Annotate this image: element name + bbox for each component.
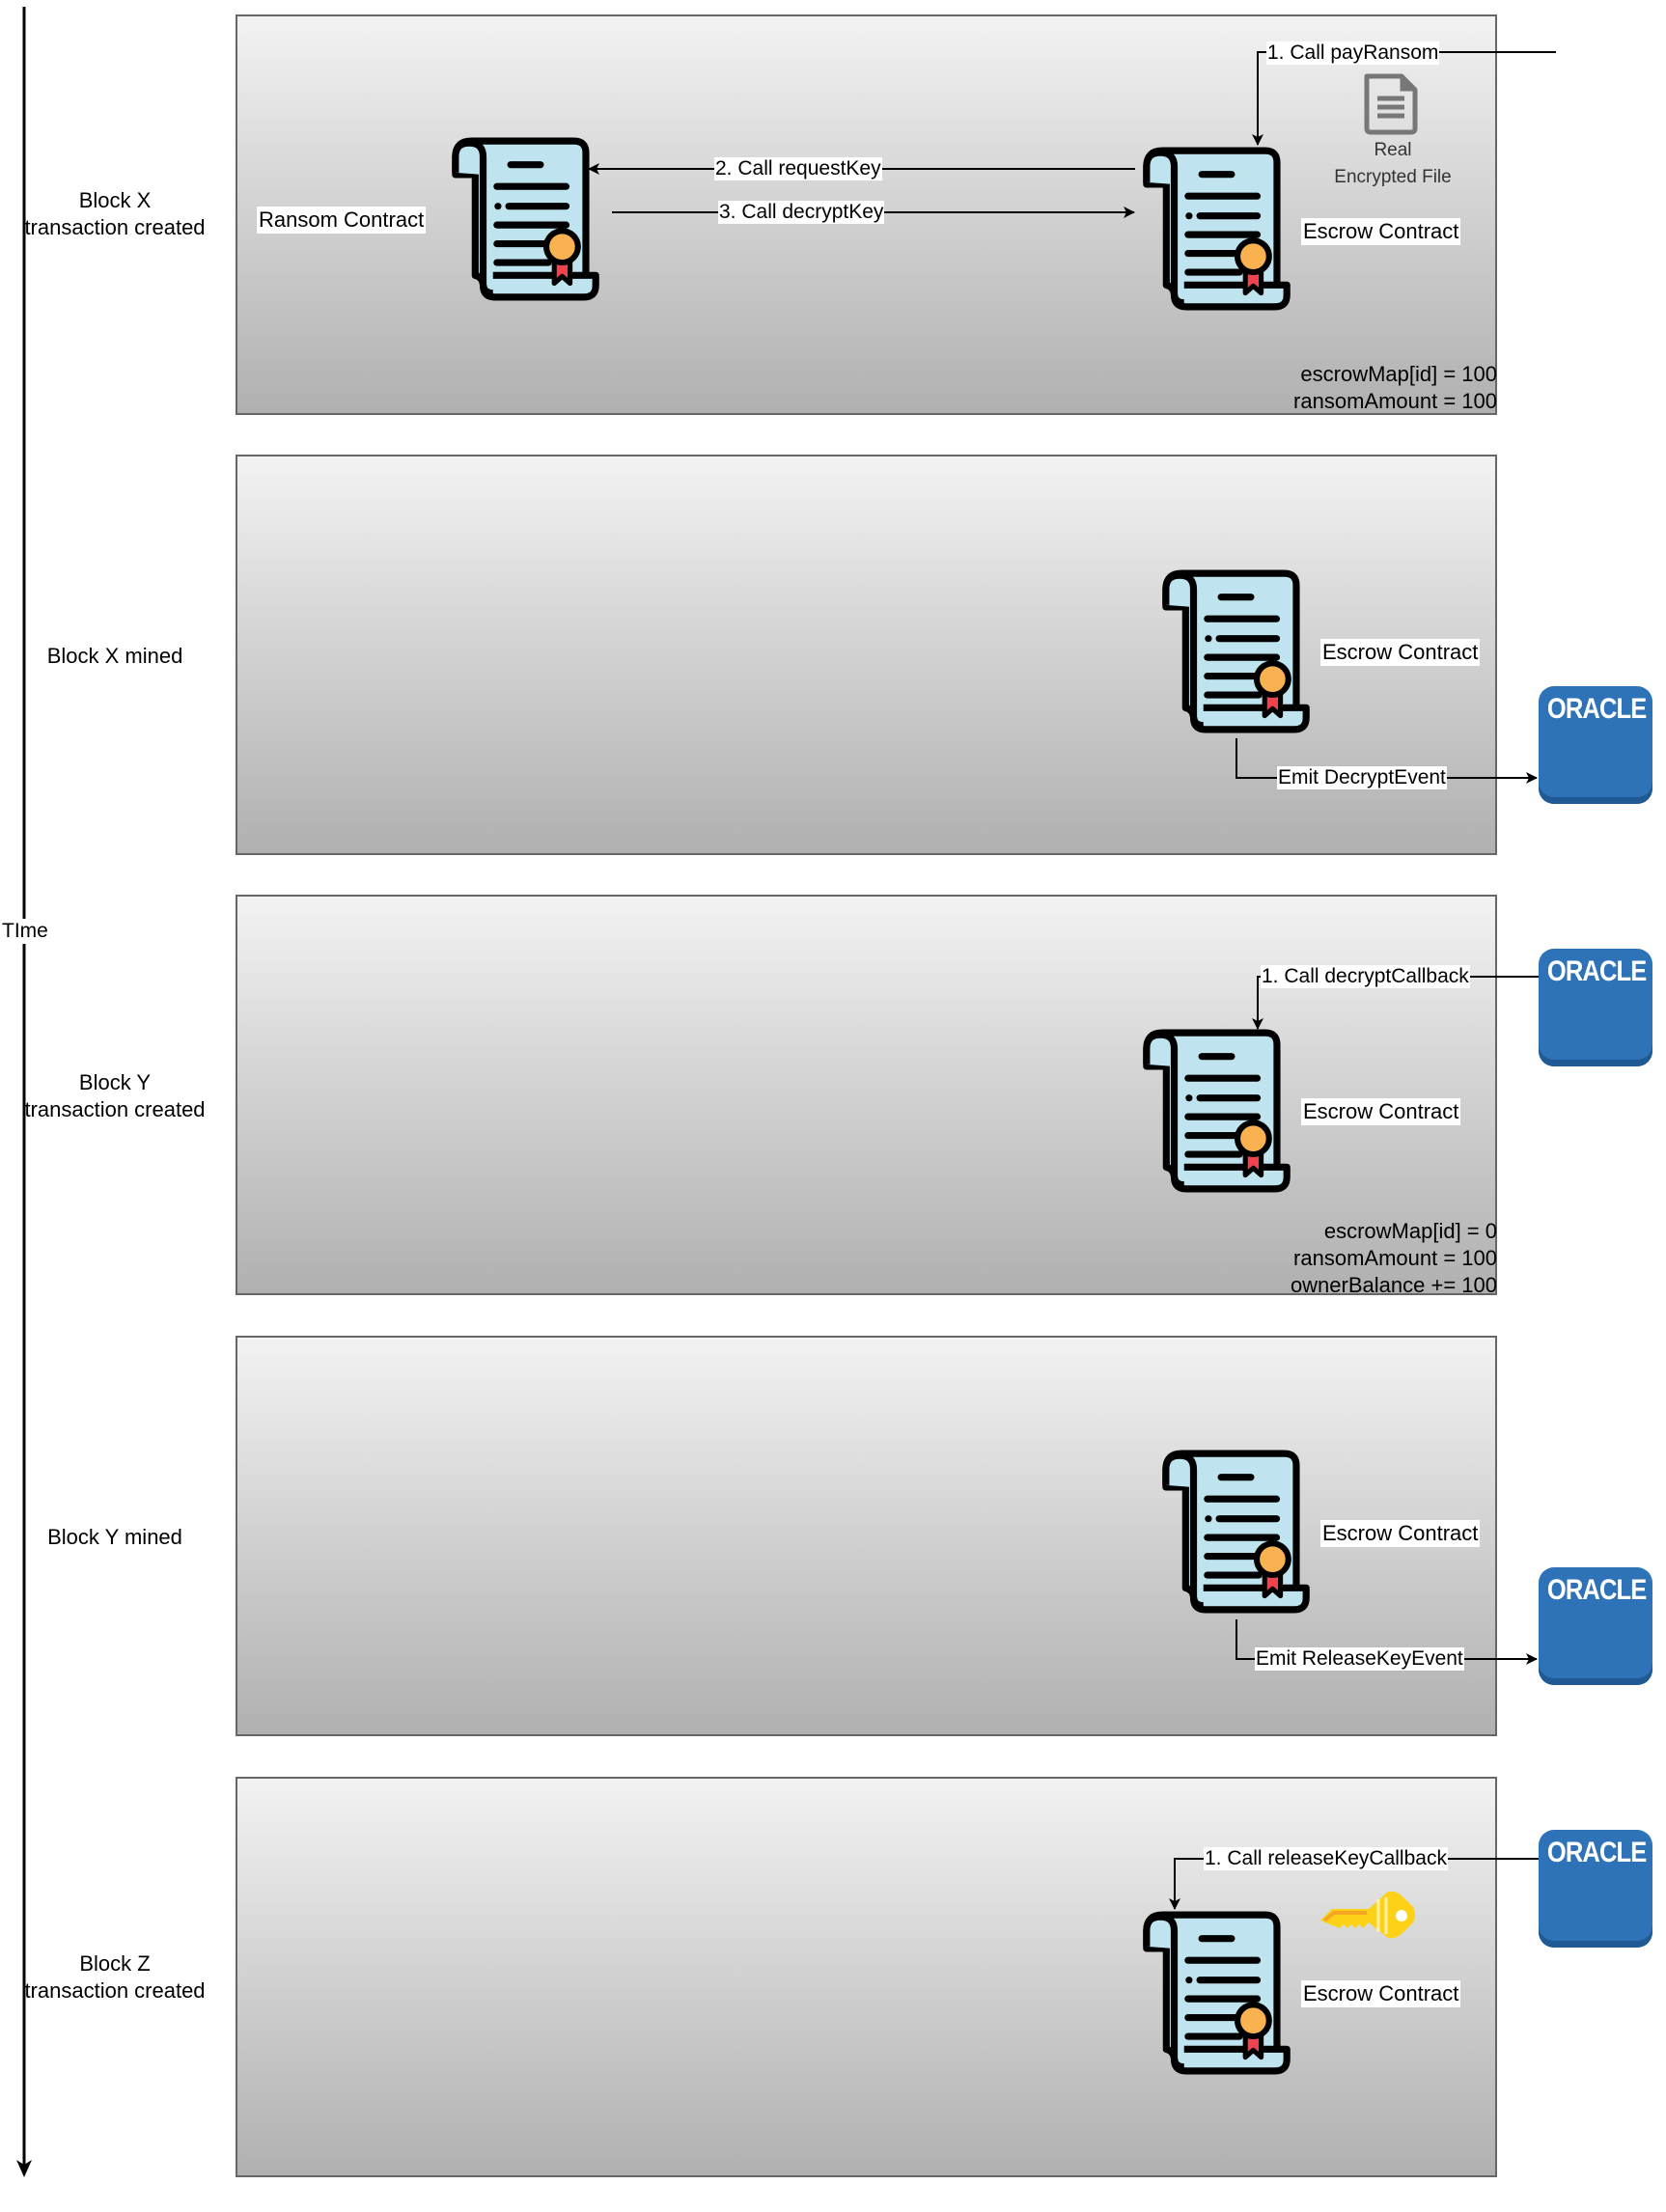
oracle-label: ORACLE xyxy=(1546,955,1647,987)
ransom-contract-icon xyxy=(440,135,609,303)
state-ransom-amount: ransomAmount = 100 xyxy=(1293,1246,1497,1270)
state-escrow-map: escrowMap[id] = 0 xyxy=(1323,1219,1497,1243)
arrow-label-emit-release-key-event: Emit ReleaseKeyEvent xyxy=(1255,1647,1464,1671)
arrow-label-request-key: 2. Call requestKey xyxy=(714,157,882,180)
escrow-contract-icon xyxy=(1151,567,1319,735)
state-ransom-amount: ransomAmount = 100 xyxy=(1293,389,1497,413)
oracle-box: ORACLE xyxy=(1539,1567,1652,1685)
state-escrow-map: escrowMap[id] = 100 xyxy=(1300,362,1497,386)
escrow-contract-label: Escrow Contract xyxy=(1301,1980,1461,2007)
encrypted-file-caption: Real Encrypted File xyxy=(1322,137,1463,191)
oracle-label: ORACLE xyxy=(1546,1837,1647,1868)
state-block-y: escrowMap[id] = 0 ransomAmount = 100 own… xyxy=(1291,1218,1497,1299)
oracle-box: ORACLE xyxy=(1539,686,1652,804)
escrow-contract-icon xyxy=(1151,1448,1319,1616)
key-icon xyxy=(1320,1892,1415,1939)
escrow-contract-label: Escrow Contract xyxy=(1301,1098,1461,1125)
arrow-label-decrypt-callback: 1. Call decryptCallback xyxy=(1261,965,1470,988)
file-caption-line1: Real xyxy=(1374,140,1412,160)
escrow-contract-icon xyxy=(1131,1909,1300,2077)
oracle-label: ORACLE xyxy=(1546,1574,1647,1606)
state-owner-balance: ownerBalance += 100 xyxy=(1290,1273,1497,1297)
arrow-label-release-key-callback: 1. Call releaseKeyCallback xyxy=(1204,1847,1448,1870)
escrow-contract-label: Escrow Contract xyxy=(1320,639,1481,666)
arrow-label-pay-ransom: 1. Call payRansom xyxy=(1266,41,1440,65)
oracle-label: ORACLE xyxy=(1546,693,1647,725)
encrypted-file-icon xyxy=(1364,73,1418,135)
escrow-contract-label: Escrow Contract xyxy=(1320,1520,1481,1547)
escrow-contract-icon xyxy=(1131,1027,1300,1195)
escrow-contract-label: Escrow Contract xyxy=(1301,218,1461,245)
state-block-x: escrowMap[id] = 100 ransomAmount = 100 xyxy=(1293,361,1497,415)
escrow-contract-icon xyxy=(1131,145,1300,313)
arrow-label-emit-decrypt-event: Emit DecryptEvent xyxy=(1277,766,1447,789)
file-caption-line2: Encrypted File xyxy=(1334,167,1452,187)
oracle-box: ORACLE xyxy=(1539,1830,1652,1948)
arrow-label-decrypt-key: 3. Call decryptKey xyxy=(718,201,885,224)
ransom-contract-label: Ransom Contract xyxy=(257,207,427,234)
oracle-box: ORACLE xyxy=(1539,949,1652,1066)
